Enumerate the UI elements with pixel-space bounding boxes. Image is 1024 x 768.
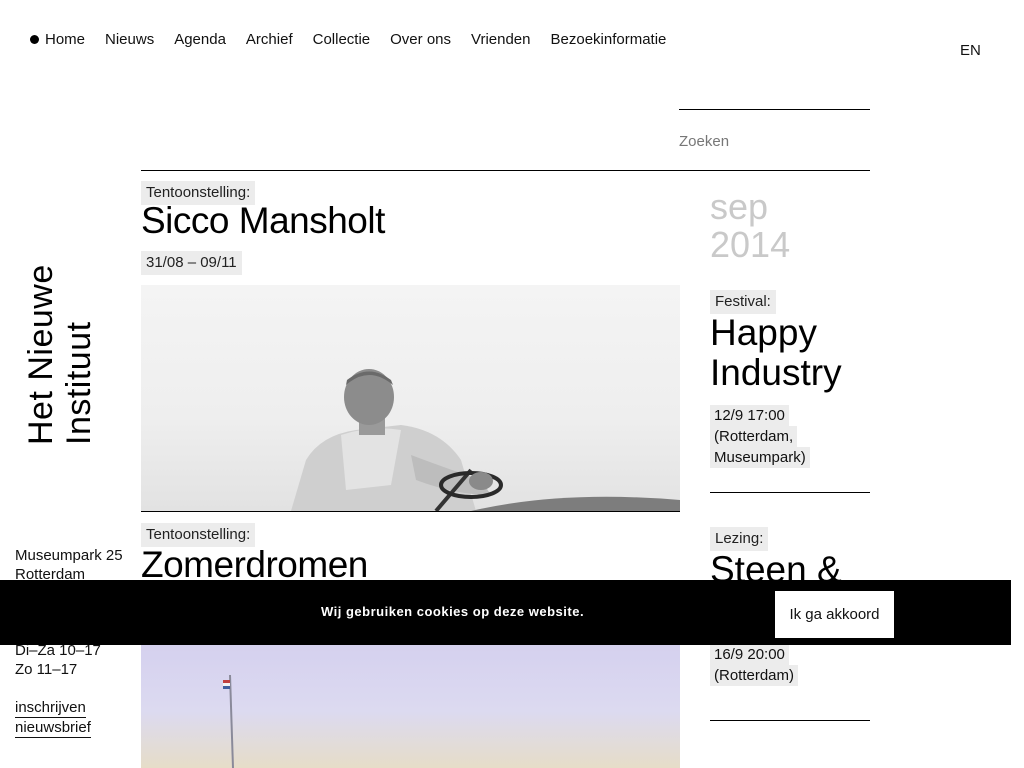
cookie-message: Wij gebruiken cookies op deze website. <box>321 604 585 619</box>
nav-item-collectie[interactable]: Collectie <box>313 31 371 48</box>
nav-item-vrienden[interactable]: Vrienden <box>471 31 531 48</box>
search-input[interactable] <box>679 130 864 152</box>
search-divider-bottom <box>679 170 870 171</box>
page: Home Nieuws Agenda Archief Collectie Ove… <box>0 0 1024 768</box>
event-time: 16/9 20:00 <box>710 644 789 665</box>
main-divider <box>141 511 680 512</box>
nav-item-over-ons[interactable]: Over ons <box>390 31 451 48</box>
event-title-line-1: Happy <box>710 312 817 353</box>
main-divider <box>141 170 680 171</box>
photo-illustration <box>291 369 680 511</box>
event-title-line-2: Industry <box>710 352 842 393</box>
event-info: 12/9 17:00 (Rotterdam, Museumpark) <box>710 405 810 468</box>
nav-item-archief[interactable]: Archief <box>246 31 293 48</box>
address-street: Museumpark 25 <box>15 547 123 564</box>
cookie-accept-button[interactable]: Ik ga akkoord <box>775 591 894 638</box>
agenda-month: sep 2014 <box>710 188 790 264</box>
event-divider <box>710 492 870 493</box>
newsletter-line-2: nieuwsbrief <box>15 719 91 738</box>
event-place-line-1: (Rotterdam) <box>710 665 799 686</box>
nav-item-home[interactable]: Home <box>45 31 85 48</box>
card-date: 31/08 – 09/11 <box>141 251 242 275</box>
event-tag: Lezing: <box>710 527 769 551</box>
logo[interactable]: Het Nieuwe Instituut <box>22 264 98 445</box>
nav-item-bezoekinformatie[interactable]: Bezoekinformatie <box>551 31 667 48</box>
newsletter-line-1: inschrijven <box>15 699 86 718</box>
event-tag: Festival: <box>710 290 776 314</box>
year-label: 2014 <box>710 224 791 265</box>
bullet-icon <box>30 35 39 44</box>
event-time: 12/9 17:00 <box>710 405 789 426</box>
newsletter-link[interactable]: inschrijven nieuwsbrief <box>15 698 91 738</box>
main-nav: Home Nieuws Agenda Archief Collectie Ove… <box>30 31 686 48</box>
logo-line-2: Instituut <box>60 321 98 445</box>
cookie-banner: Wij gebruiken cookies op deze website. I… <box>0 580 1011 645</box>
card-title[interactable]: Sicco Mansholt <box>141 200 385 242</box>
hours-sunday: Zo 11–17 <box>15 661 78 678</box>
logo-line-1: Het Nieuwe <box>22 264 60 445</box>
month-label: sep <box>710 186 769 227</box>
nav-item-agenda[interactable]: Agenda <box>174 31 226 48</box>
nav-item-nieuws[interactable]: Nieuws <box>105 31 154 48</box>
language-switch[interactable]: EN <box>960 42 981 59</box>
tractor-portrait-photo[interactable] <box>141 285 680 511</box>
address: Museumpark 25 Rotterdam <box>15 546 123 584</box>
opening-hours: Di–Za 10–17 Zo 11–17 <box>15 641 101 679</box>
event-title[interactable]: Happy Industry <box>710 313 842 393</box>
search-divider-top <box>679 109 870 110</box>
event-place-line-2: Museumpark) <box>710 447 810 468</box>
event-info: 16/9 20:00 (Rotterdam) <box>710 644 799 686</box>
event-place-line-1: (Rotterdam, <box>710 426 798 447</box>
event-divider <box>710 720 870 721</box>
